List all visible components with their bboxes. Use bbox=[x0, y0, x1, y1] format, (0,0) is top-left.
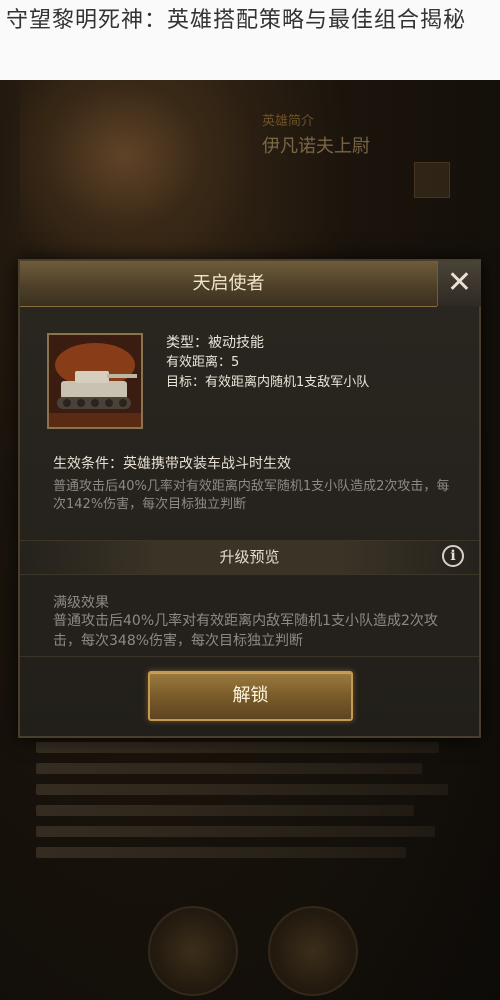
effect-description: 普通攻击后40%几率对有效距离内敌军随机1支小队造成2次攻击，每次142%伤害，… bbox=[53, 479, 450, 512]
skill-info: 类型：被动技能 有效距离：5 目标：有效距离内随机1支敌军小队 bbox=[166, 333, 369, 393]
effect-condition: 生效条件：英雄携带改装车战斗时生效 bbox=[53, 456, 291, 472]
hero-name: 伊凡诺夫上尉 bbox=[262, 136, 370, 157]
unlock-button[interactable]: 解锁 bbox=[148, 671, 353, 721]
max-level-title: 满级效果 bbox=[53, 595, 109, 611]
close-button[interactable]: ✕ bbox=[437, 261, 481, 306]
hero-badge bbox=[414, 162, 450, 198]
info-icon[interactable]: i bbox=[442, 545, 464, 567]
skill-range: 有效距离：5 bbox=[166, 355, 240, 370]
hero-label: 英雄简介 bbox=[262, 114, 315, 129]
dialog-title: 天启使者 bbox=[20, 261, 437, 307]
upgrade-preview-bar: 升级预览 bbox=[20, 540, 479, 575]
article-title: 守望黎明死神：英雄搭配策略与最佳组合揭秘 bbox=[0, 0, 500, 80]
skill-type: 类型：被动技能 bbox=[166, 335, 264, 351]
skill-dialog: 天启使者 ✕ 类型：被动技能 有效距离：5 目标：有效距离内随机1支敌军小队 生… bbox=[18, 259, 481, 738]
background-description bbox=[36, 742, 456, 868]
divider bbox=[20, 656, 479, 657]
tank-icon bbox=[47, 333, 143, 429]
hero-portrait bbox=[20, 80, 250, 270]
skill-slot-right bbox=[268, 906, 358, 996]
skill-slot-left bbox=[148, 906, 238, 996]
max-level-description: 普通攻击后40%几率对有效距离内敌军随机1支小队造成2次攻击，每次348%伤害，… bbox=[53, 613, 438, 649]
skill-target: 目标：有效距离内随机1支敌军小队 bbox=[166, 375, 370, 390]
